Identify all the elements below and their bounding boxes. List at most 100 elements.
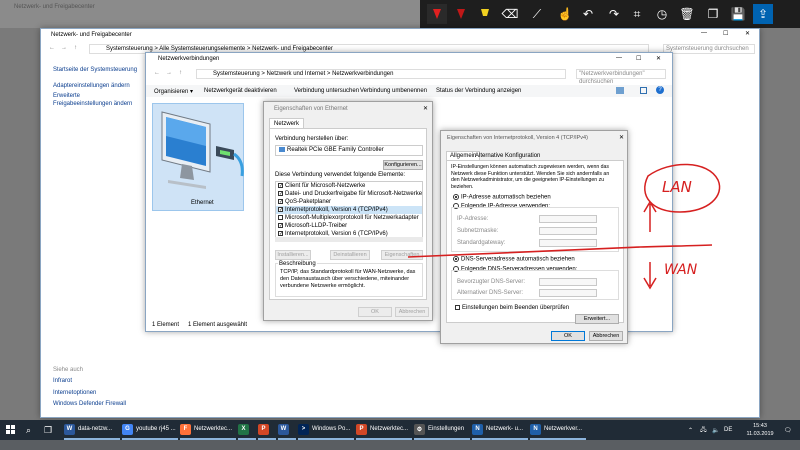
breadcrumb-item[interactable]: Netzwerk und Internet bbox=[267, 71, 326, 77]
item-checkbox[interactable]: ✓ bbox=[278, 222, 283, 228]
search-input[interactable]: "Netzwerkverbindungen" durchsuchen bbox=[576, 69, 666, 85]
maximize-icon[interactable]: ☐ bbox=[636, 55, 641, 62]
history-icon[interactable]: ◷ bbox=[652, 4, 672, 24]
help-icon[interactable]: ? bbox=[656, 86, 664, 94]
advanced-button[interactable]: Erweitert... bbox=[575, 314, 619, 324]
sidebar-adapter-link[interactable]: Adaptereinstellungen ändern bbox=[53, 83, 130, 89]
dns-preferred-field[interactable] bbox=[539, 278, 597, 286]
delete-icon[interactable]: 🗑 bbox=[677, 4, 697, 24]
see-also-item[interactable]: Infrarot bbox=[53, 378, 72, 384]
ip-address-field[interactable] bbox=[539, 215, 597, 223]
cancel-button[interactable]: Abbrechen bbox=[395, 307, 429, 317]
item-checkbox[interactable]: ✓ bbox=[278, 198, 283, 204]
list-item[interactable]: Microsoft-Multiplexorprotokoll für Netzw… bbox=[276, 214, 422, 222]
list-item[interactable]: ✓ Client für Microsoft-Netzwerke bbox=[276, 182, 422, 190]
breadcrumb-item[interactable]: Netzwerkverbindungen bbox=[332, 71, 393, 77]
rename-button[interactable]: Verbindung umbenennen bbox=[360, 88, 427, 94]
action-center-icon[interactable]: 🗨 bbox=[784, 420, 796, 440]
organize-button[interactable]: Organisieren ▾ bbox=[154, 88, 193, 95]
taskbar-app-button[interactable]: P Netzwerktec... bbox=[356, 420, 412, 440]
nav-back-icon[interactable]: ← bbox=[154, 70, 160, 76]
minimize-icon[interactable]: — bbox=[616, 55, 622, 61]
pen-icon[interactable] bbox=[451, 4, 471, 24]
item-checkbox[interactable] bbox=[278, 214, 283, 220]
taskbar-app-button[interactable]: P bbox=[258, 420, 276, 440]
share-icon[interactable]: ⇪ bbox=[753, 4, 773, 24]
volume-icon[interactable]: 🔈 bbox=[712, 420, 722, 440]
taskbar-app-button[interactable]: Wdata-netzw... bbox=[64, 420, 120, 440]
breadcrumb-item[interactable]: Systemsteuerung bbox=[213, 71, 260, 77]
close-icon[interactable]: ✕ bbox=[619, 134, 624, 141]
ballpoint-pen-icon[interactable] bbox=[427, 4, 447, 24]
sidebar-home-link[interactable]: Startseite der Systemsteuerung bbox=[53, 67, 137, 73]
uninstall-button[interactable]: Deinstallieren bbox=[330, 250, 370, 260]
save-icon[interactable]: 💾 bbox=[728, 4, 748, 24]
tab-alternate-config[interactable]: Alternative Konfiguration bbox=[472, 152, 543, 160]
install-button[interactable]: Installieren... bbox=[275, 250, 311, 260]
item-checkbox[interactable]: ✓ bbox=[278, 182, 283, 188]
nav-back-icon[interactable]: ← bbox=[49, 45, 55, 51]
ruler-icon[interactable]: ⟋ bbox=[527, 4, 547, 24]
nav-forward-icon[interactable]: → bbox=[166, 70, 172, 76]
close-icon[interactable]: ✕ bbox=[656, 55, 661, 62]
properties-button[interactable]: Eigenschaften bbox=[381, 250, 423, 260]
search-input[interactable]: Systemsteuerung durchsuchen bbox=[663, 44, 755, 54]
nav-forward-icon[interactable]: → bbox=[61, 45, 67, 51]
language-icon[interactable]: DE bbox=[724, 420, 738, 440]
network-tray-icon[interactable]: 🖧 bbox=[700, 420, 710, 440]
sidebar-advanced-link-line1[interactable]: Erweiterte bbox=[53, 93, 80, 99]
ok-button[interactable]: OK bbox=[358, 307, 392, 317]
configure-button[interactable]: Konfigurieren... bbox=[383, 160, 423, 170]
taskbar-search-icon[interactable]: ⌕ bbox=[26, 420, 40, 440]
sidebar-advanced-link-line2[interactable]: Freigabeeinstellungen ändern bbox=[53, 101, 132, 107]
clock[interactable]: 15:43 11.03.2019 bbox=[740, 420, 780, 440]
close-icon[interactable]: ✕ bbox=[745, 30, 750, 37]
subnet-field[interactable] bbox=[539, 227, 597, 235]
maximize-icon[interactable]: ☐ bbox=[723, 30, 728, 37]
highlighter-icon[interactable] bbox=[475, 4, 495, 24]
touch-writing-icon[interactable]: ☝ bbox=[555, 4, 575, 24]
redo-icon[interactable]: ↷ bbox=[604, 4, 624, 24]
item-checkbox[interactable]: ✓ bbox=[278, 230, 283, 236]
view-status-button[interactable]: Status der Verbindung anzeigen bbox=[436, 88, 521, 94]
dns-auto-radio[interactable]: DNS-Serveradresse automatisch beziehen bbox=[453, 256, 575, 263]
list-item[interactable]: ✓ Microsoft-LLDP-Treiber bbox=[276, 222, 422, 230]
taskbar-app-button[interactable]: Gyoutube rj45 ... bbox=[122, 420, 178, 440]
ip-auto-radio[interactable]: IP-Adresse automatisch beziehen bbox=[453, 194, 551, 201]
close-icon[interactable]: ✕ bbox=[423, 105, 428, 112]
task-view-icon[interactable]: ❐ bbox=[44, 420, 58, 440]
taskbar-app-button[interactable]: X bbox=[238, 420, 256, 440]
minimize-icon[interactable]: — bbox=[701, 30, 707, 36]
crop-icon[interactable]: ⌗ bbox=[627, 4, 647, 24]
breadcrumb[interactable]: Systemsteuerung > Netzwerk und Internet … bbox=[196, 69, 566, 79]
preview-pane-icon[interactable] bbox=[640, 87, 647, 94]
disable-device-button[interactable]: Netzwerkgerät deaktivieren bbox=[204, 88, 277, 94]
undo-icon[interactable]: ↶ bbox=[578, 4, 598, 24]
nav-up-icon[interactable]: ↑ bbox=[74, 45, 77, 51]
taskbar-app-button[interactable]: W bbox=[278, 420, 296, 440]
see-also-item[interactable]: Windows Defender Firewall bbox=[53, 401, 126, 407]
item-checkbox[interactable]: ✓ bbox=[278, 206, 283, 212]
dns-alternate-field[interactable] bbox=[539, 289, 597, 297]
view-options-icon[interactable] bbox=[616, 87, 624, 94]
eraser-icon[interactable]: ⌫ bbox=[500, 4, 520, 24]
taskbar-app-button[interactable]: N Netzwerkver... bbox=[530, 420, 586, 440]
list-item[interactable]: ✓ QoS-Paketplaner bbox=[276, 198, 422, 206]
notifications-icon[interactable]: ⌃ bbox=[688, 420, 698, 440]
ok-button[interactable]: OK bbox=[551, 331, 585, 341]
see-also-item[interactable]: Internetoptionen bbox=[53, 390, 96, 396]
taskbar-app-button[interactable]: ⚙ Einstellungen bbox=[414, 420, 470, 440]
list-item[interactable]: ✓ Internetprotokoll, Version 4 (TCP/IPv4) bbox=[276, 206, 422, 214]
validate-checkbox[interactable]: Einstellungen beim Beenden überprüfen bbox=[455, 305, 569, 311]
taskbar-app-button[interactable]: N Netzwerk- u... bbox=[472, 420, 528, 440]
list-item[interactable]: ✓ Datei- und Druckerfreigabe für Microsof… bbox=[276, 190, 422, 198]
horizontal-scrollbar[interactable] bbox=[275, 237, 423, 242]
taskbar-app-button[interactable]: > Windows Po... bbox=[298, 420, 354, 440]
taskbar-app-button[interactable]: F Netzwerktec... bbox=[180, 420, 236, 440]
nav-up-icon[interactable]: ↑ bbox=[179, 70, 182, 76]
item-checkbox[interactable]: ✓ bbox=[278, 190, 283, 196]
start-button[interactable] bbox=[6, 420, 20, 440]
gateway-field[interactable] bbox=[539, 239, 597, 247]
ethernet-adapter-tile[interactable]: Ethernet bbox=[152, 103, 244, 211]
cancel-button[interactable]: Abbrechen bbox=[589, 331, 623, 341]
